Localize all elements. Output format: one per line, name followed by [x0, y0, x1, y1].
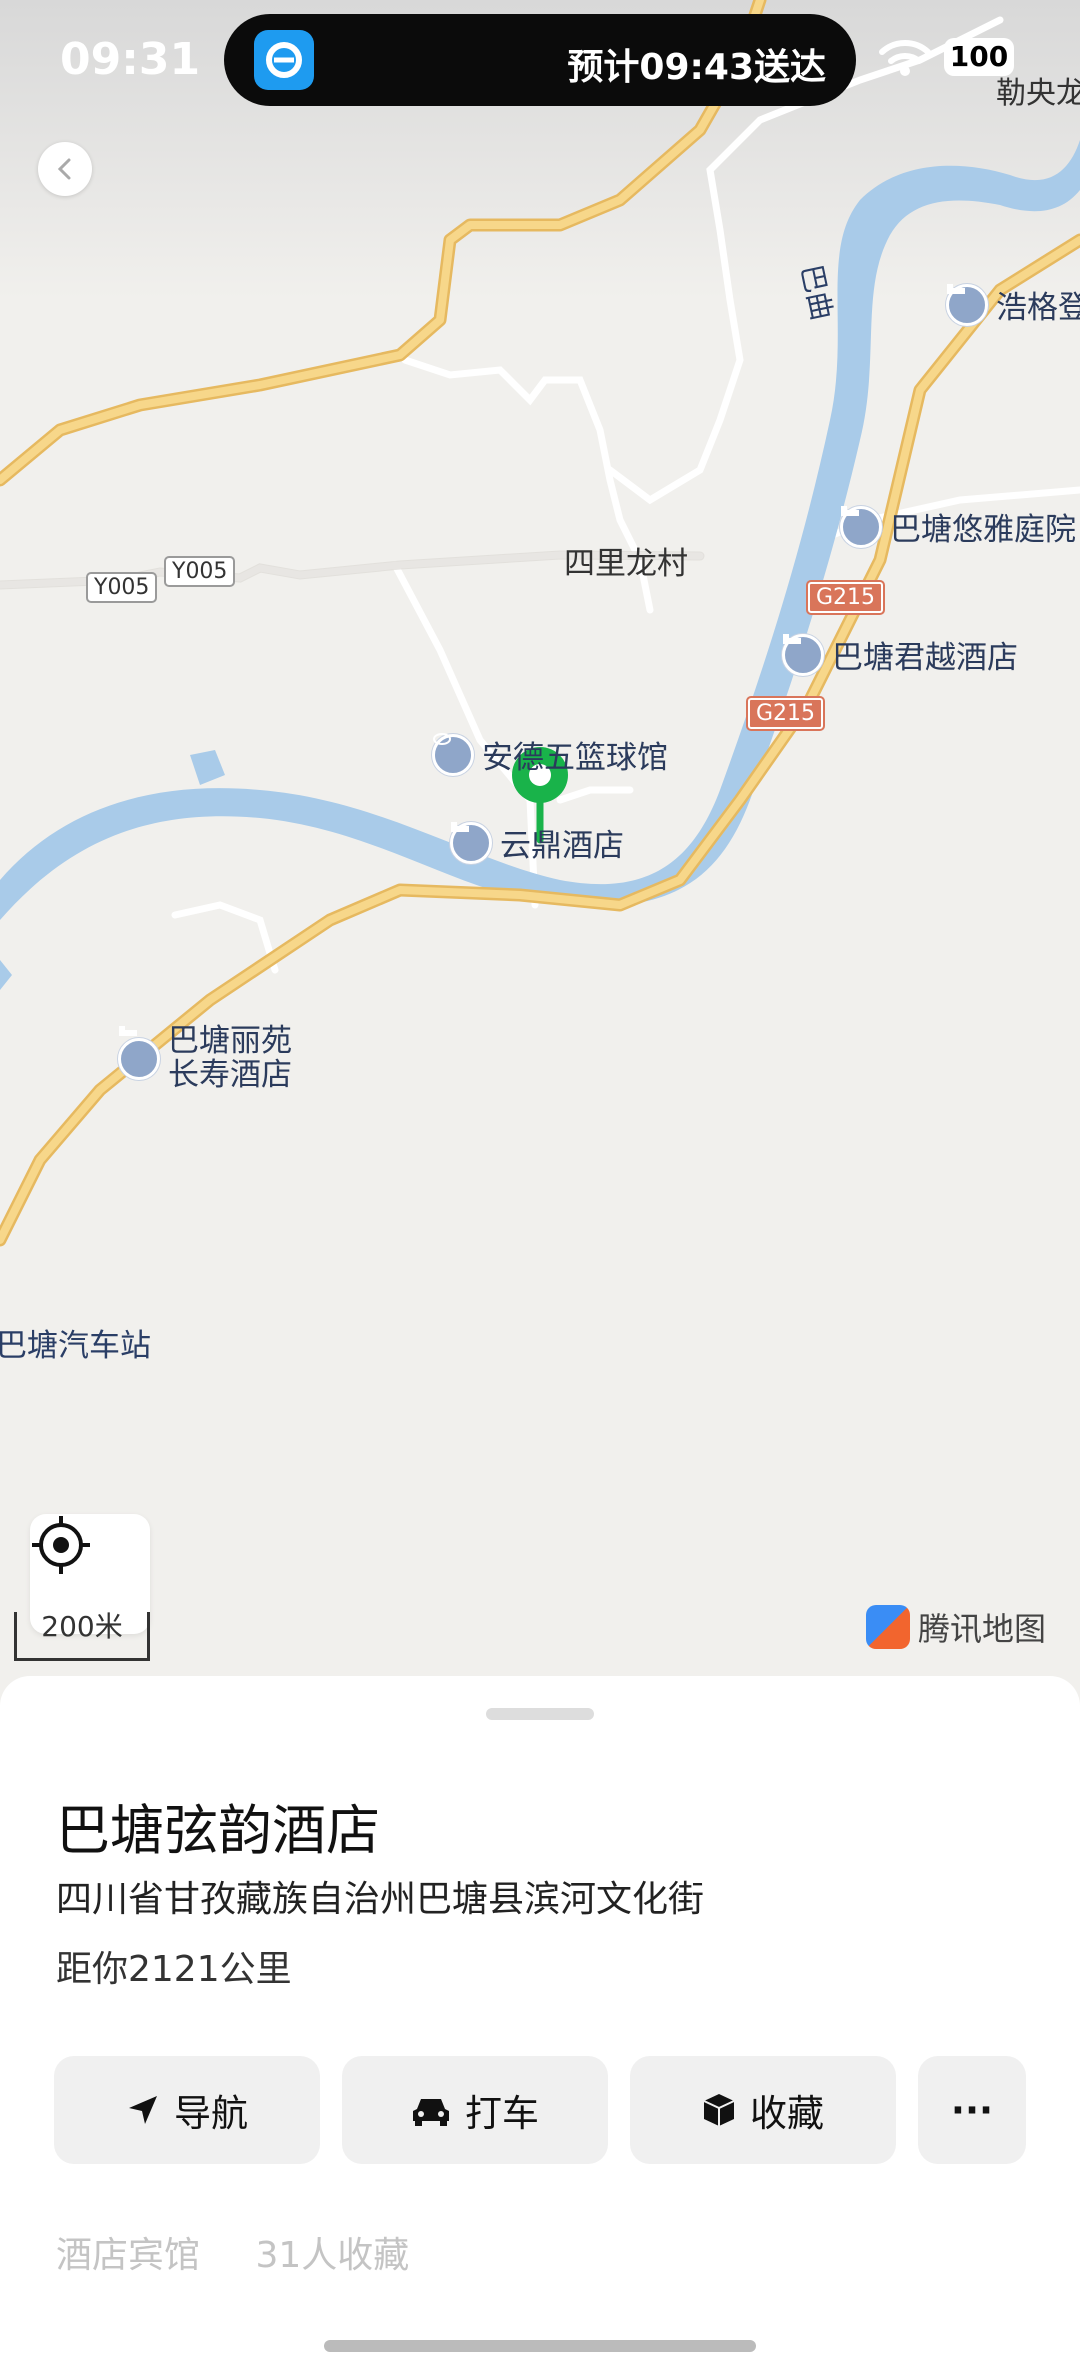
poi-basketball[interactable]: 安德五篮球馆	[432, 732, 668, 777]
road-badge-g215: G215	[745, 696, 826, 731]
village-label: 四里龙村	[564, 546, 688, 582]
dynamic-island[interactable]: 预计09:43送达	[224, 14, 856, 106]
taxi-button[interactable]: 打车	[342, 2056, 608, 2164]
map-brand: 腾讯地图	[866, 1604, 1046, 1650]
more-dots-icon: ···	[950, 2088, 994, 2132]
tag-category: 酒店宾馆	[56, 2235, 201, 2276]
poi-hotel-junyue[interactable]: 巴塘君越酒店	[782, 632, 1018, 677]
hotel-bed-icon	[450, 821, 492, 864]
place-distance: 距你2121公里	[56, 1949, 292, 1990]
favorite-button[interactable]: 收藏	[630, 2056, 896, 2164]
battery-indicator: 100	[944, 38, 1014, 76]
delivery-app-icon	[254, 30, 314, 90]
place-title: 巴塘弦韵酒店	[56, 1799, 380, 1862]
tag-favorites: 31人收藏	[255, 2235, 410, 2276]
hotel-bed-icon	[782, 633, 824, 676]
navigate-button[interactable]: 导航	[54, 2056, 320, 2164]
poi-hotel-liyuan[interactable]: 巴塘丽苑 长寿酒店	[118, 1024, 292, 1092]
road-badge-y005: Y005	[164, 556, 236, 587]
crosshair-icon	[32, 1516, 90, 1574]
tencent-map-logo-icon	[866, 1605, 910, 1649]
hotel-bed-icon	[840, 505, 882, 548]
place-tags: 酒店宾馆 31人收藏	[56, 2226, 453, 2278]
map-view[interactable]: 四里龙村 巴曲 勒央龙 巴塘汽车站 浩格登 巴塘悠雅庭院 巴塘君越酒店 安德五篮…	[0, 0, 1080, 1700]
hotel-bed-icon	[118, 1026, 160, 1080]
poi-hotel-haoge[interactable]: 浩格登	[946, 282, 1080, 327]
wifi-icon	[879, 40, 931, 76]
road-badge-y005: Y005	[86, 572, 158, 603]
place-address: 四川省甘孜藏族自治州巴塘县滨河文化街	[56, 1879, 705, 1920]
poi-hotel-youya[interactable]: 巴塘悠雅庭院	[840, 504, 1076, 549]
chevron-left-icon	[57, 158, 71, 180]
hotel-bed-icon	[946, 283, 988, 326]
delivery-eta: 预计09:43送达	[567, 47, 826, 88]
home-indicator[interactable]	[324, 2340, 756, 2352]
poi-hotel-yunding[interactable]: 云鼎酒店	[450, 820, 624, 865]
stadium-icon	[432, 733, 474, 776]
back-button[interactable]	[38, 142, 92, 196]
car-icon	[413, 2099, 449, 2126]
bus-station-label[interactable]: 巴塘汽车站	[0, 1320, 151, 1365]
navigation-arrow-icon	[129, 2096, 157, 2124]
sheet-drag-handle[interactable]	[486, 1708, 594, 1720]
cube-icon	[703, 2094, 735, 2126]
more-button[interactable]: ···	[918, 2056, 1026, 2164]
place-detail-sheet[interactable]: 巴塘弦韵酒店 四川省甘孜藏族自治州巴塘县滨河文化街 距你2121公里 导航 打车…	[0, 1676, 1080, 2376]
map-scale: 200米	[14, 1612, 150, 1661]
road-badge-g215: G215	[805, 580, 886, 615]
status-time: 09:31	[60, 34, 201, 85]
